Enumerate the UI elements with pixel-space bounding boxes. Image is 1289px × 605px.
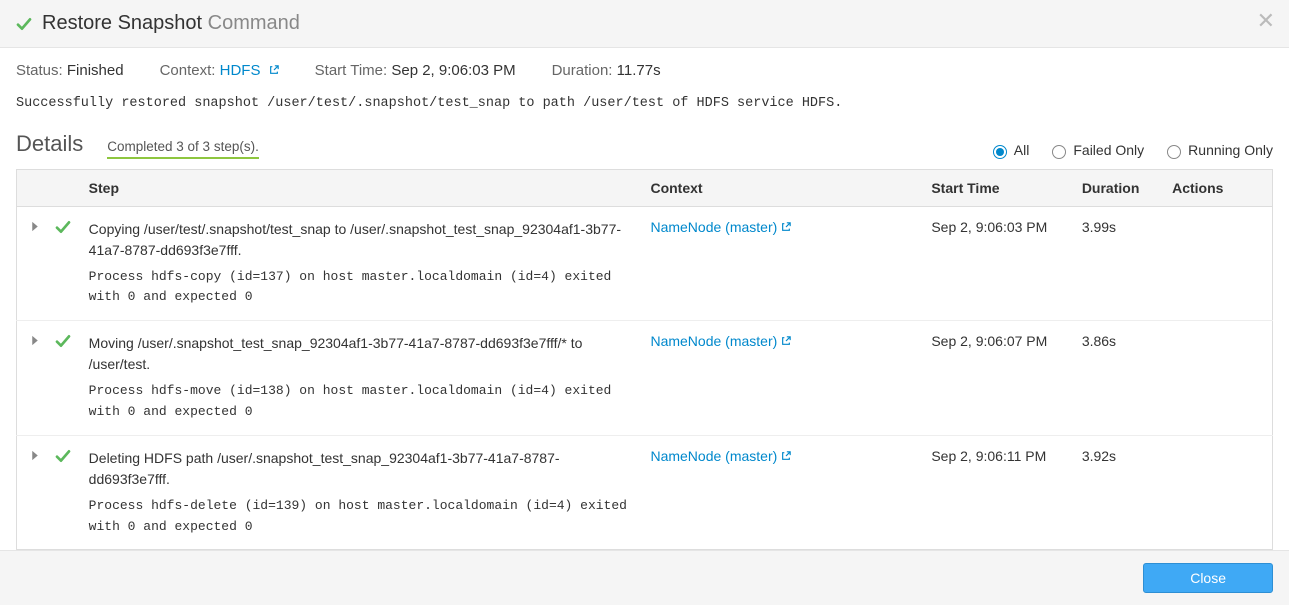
- duration-block: Duration: 11.77s: [552, 62, 661, 79]
- external-link-icon: [781, 333, 791, 343]
- col-context-header: Context: [640, 169, 921, 206]
- step-description-cell: Copying /user/test/.snapshot/test_snap t…: [79, 206, 641, 321]
- filter-running-label: Running Only: [1188, 142, 1273, 158]
- step-status-cell: [51, 435, 79, 550]
- filter-all-radio[interactable]: [993, 145, 1007, 159]
- expand-toggle[interactable]: [17, 321, 51, 436]
- context-label: Context:: [160, 62, 216, 79]
- table-row: Deleting HDFS path /user/.snapshot_test_…: [17, 435, 1273, 550]
- step-status-cell: [51, 321, 79, 436]
- step-context-text: NameNode (master): [650, 333, 777, 349]
- context-value: HDFS: [220, 62, 261, 79]
- expand-toggle[interactable]: [17, 206, 51, 321]
- filter-all-label: All: [1014, 142, 1030, 158]
- col-start-header: Start Time: [921, 169, 1071, 206]
- start-label: Start Time:: [315, 62, 388, 79]
- step-context-text: NameNode (master): [650, 448, 777, 464]
- table-row: Moving /user/.snapshot_test_snap_92304af…: [17, 321, 1273, 436]
- step-status-cell: [51, 206, 79, 321]
- dialog-footer: Close: [0, 550, 1289, 605]
- col-duration-header: Duration: [1072, 169, 1162, 206]
- chevron-right-icon: [31, 335, 39, 346]
- table-header-row: Step Context Start Time Duration Actions: [17, 169, 1273, 206]
- dialog-title-suffix: Command: [208, 12, 300, 34]
- filter-failed[interactable]: Failed Only: [1047, 142, 1144, 159]
- step-duration: 3.86s: [1072, 321, 1162, 436]
- start-value: Sep 2, 9:06:03 PM: [391, 62, 515, 79]
- step-description: Deleting HDFS path /user/.snapshot_test_…: [89, 448, 631, 490]
- dialog-title: Restore Snapshot Command: [42, 12, 300, 35]
- step-context-link[interactable]: NameNode (master): [650, 448, 791, 464]
- chevron-right-icon: [31, 221, 39, 232]
- step-context-link[interactable]: NameNode (master): [650, 219, 791, 235]
- filter-running[interactable]: Running Only: [1162, 142, 1273, 159]
- result-message: Successfully restored snapshot /user/tes…: [16, 91, 1273, 115]
- details-bar: Details Completed 3 of 3 step(s). All Fa…: [16, 131, 1273, 159]
- step-actions-cell: [1162, 321, 1272, 436]
- dialog-header: Restore Snapshot Command ✕: [0, 0, 1289, 48]
- filter-all[interactable]: All: [988, 142, 1030, 159]
- close-button[interactable]: Close: [1143, 563, 1273, 593]
- step-process-output: Process hdfs-move (id=138) on host maste…: [89, 381, 631, 423]
- step-context-cell: NameNode (master): [640, 321, 921, 436]
- step-start-time: Sep 2, 9:06:11 PM: [921, 435, 1071, 550]
- summary-row: Status: Finished Context: HDFS Start Tim…: [16, 62, 1273, 79]
- restore-snapshot-dialog: Restore Snapshot Command ✕ Status: Finis…: [0, 0, 1289, 605]
- status-value: Finished: [67, 62, 124, 79]
- success-check-icon: [55, 219, 71, 235]
- dialog-title-main: Restore Snapshot: [42, 12, 202, 34]
- details-title: Details: [16, 131, 83, 157]
- details-left: Details Completed 3 of 3 step(s).: [16, 131, 259, 159]
- step-context-cell: NameNode (master): [640, 435, 921, 550]
- context-block: Context: HDFS: [160, 62, 279, 79]
- status-label: Status:: [16, 62, 63, 79]
- step-actions-cell: [1162, 206, 1272, 321]
- step-duration: 3.99s: [1072, 206, 1162, 321]
- filter-running-radio[interactable]: [1167, 145, 1181, 159]
- step-start-time: Sep 2, 9:06:07 PM: [921, 321, 1071, 436]
- completed-steps-text: Completed 3 of 3 step(s).: [107, 139, 259, 159]
- success-check-icon: [16, 16, 32, 32]
- col-toggle: [17, 169, 51, 206]
- duration-value: 11.77s: [617, 62, 661, 79]
- col-step-header: Step: [79, 169, 641, 206]
- step-process-output: Process hdfs-delete (id=139) on host mas…: [89, 496, 631, 538]
- step-description-cell: Deleting HDFS path /user/.snapshot_test_…: [79, 435, 641, 550]
- table-row: Copying /user/test/.snapshot/test_snap t…: [17, 206, 1273, 321]
- step-start-time: Sep 2, 9:06:03 PM: [921, 206, 1071, 321]
- start-block: Start Time: Sep 2, 9:06:03 PM: [315, 62, 516, 79]
- filter-failed-radio[interactable]: [1052, 145, 1066, 159]
- duration-label: Duration:: [552, 62, 613, 79]
- external-link-icon: [781, 219, 791, 229]
- step-actions-cell: [1162, 435, 1272, 550]
- external-link-icon: [781, 448, 791, 458]
- filter-failed-label: Failed Only: [1073, 142, 1144, 158]
- step-description-cell: Moving /user/.snapshot_test_snap_92304af…: [79, 321, 641, 436]
- step-process-output: Process hdfs-copy (id=137) on host maste…: [89, 267, 631, 309]
- step-description: Copying /user/test/.snapshot/test_snap t…: [89, 219, 631, 261]
- chevron-right-icon: [31, 450, 39, 461]
- step-context-link[interactable]: NameNode (master): [650, 333, 791, 349]
- context-link[interactable]: HDFS: [220, 62, 279, 79]
- step-context-cell: NameNode (master): [640, 206, 921, 321]
- filter-group: All Failed Only Running Only: [988, 142, 1273, 159]
- expand-toggle[interactable]: [17, 435, 51, 550]
- col-status: [51, 169, 79, 206]
- success-check-icon: [55, 333, 71, 349]
- step-context-text: NameNode (master): [650, 219, 777, 235]
- dialog-body: Status: Finished Context: HDFS Start Tim…: [0, 48, 1289, 550]
- step-duration: 3.92s: [1072, 435, 1162, 550]
- step-description: Moving /user/.snapshot_test_snap_92304af…: [89, 333, 631, 375]
- external-link-icon: [269, 62, 279, 72]
- close-icon[interactable]: ✕: [1257, 10, 1275, 32]
- steps-table: Step Context Start Time Duration Actions…: [16, 169, 1273, 551]
- success-check-icon: [55, 448, 71, 464]
- status-block: Status: Finished: [16, 62, 124, 79]
- col-actions-header: Actions: [1162, 169, 1272, 206]
